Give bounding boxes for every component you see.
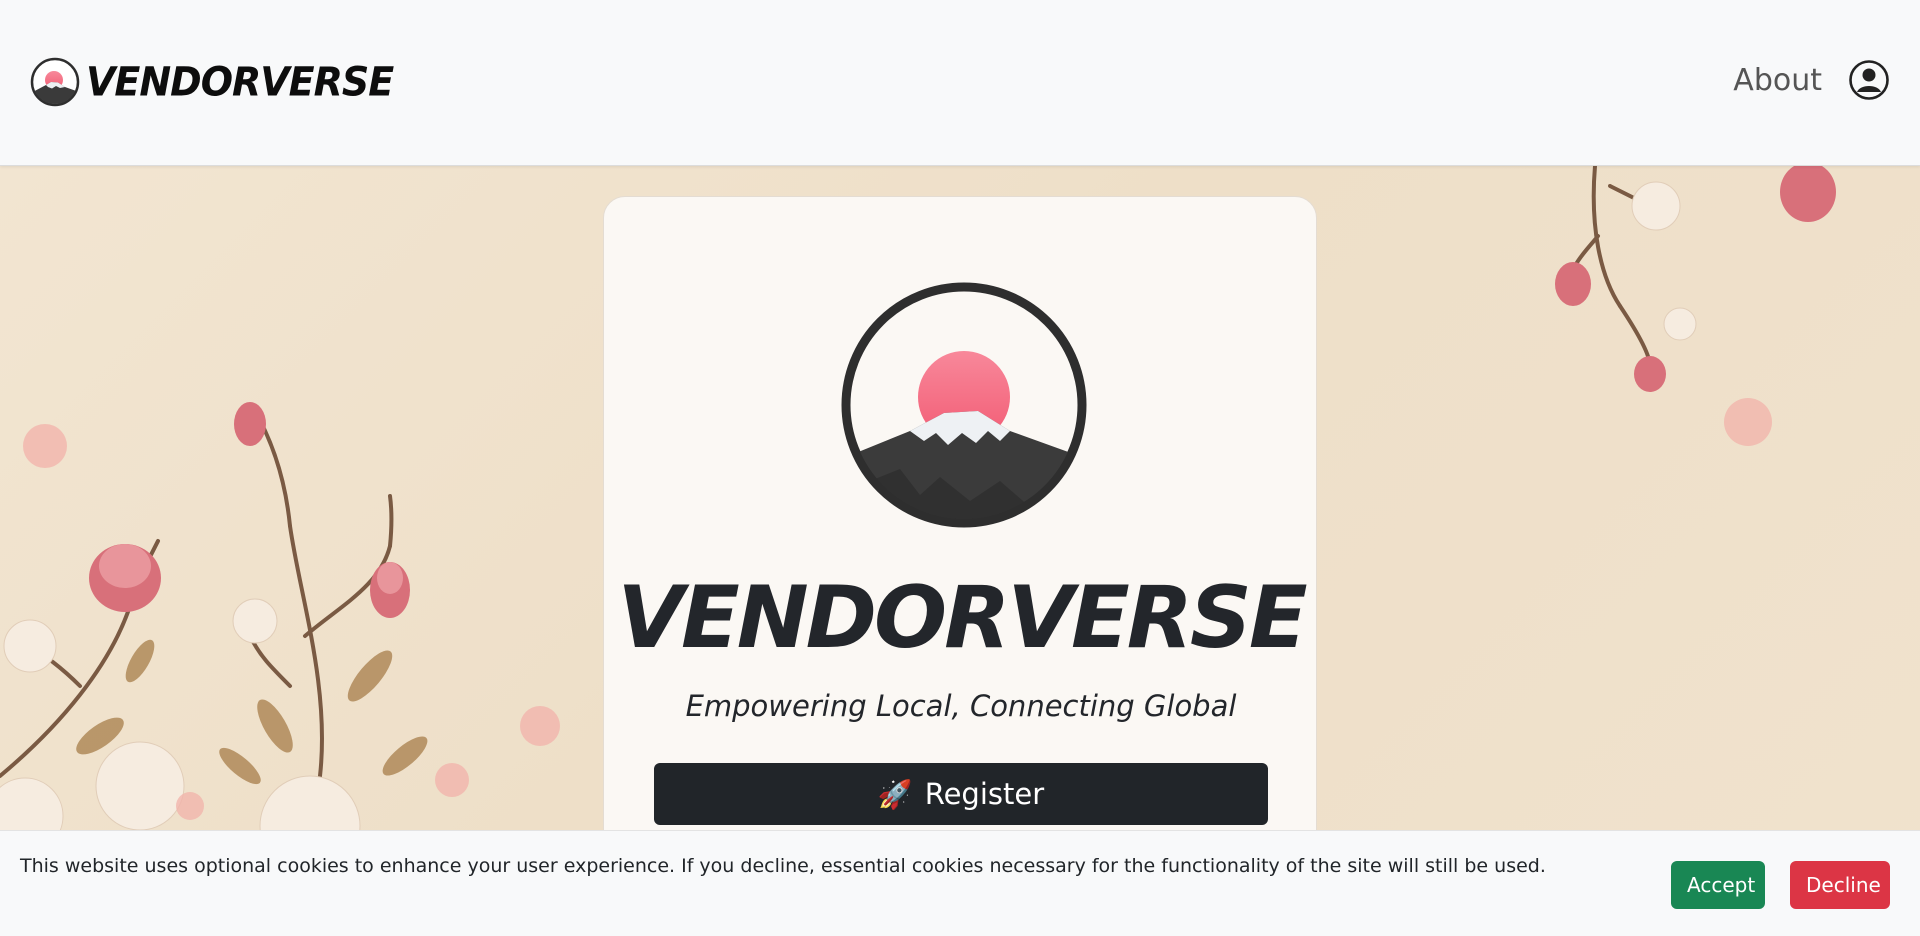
decline-cookies-button[interactable]: Decline: [1790, 861, 1890, 909]
cookie-message: This website uses optional cookies to en…: [20, 855, 1546, 877]
rocket-icon: 🚀: [877, 777, 913, 811]
top-navbar: VENDORVERSE About: [0, 0, 1920, 166]
user-circle-icon[interactable]: [1848, 59, 1890, 101]
hero-card: VENDORVERSE Empowering Local, Connecting…: [603, 196, 1317, 896]
brand-home-link[interactable]: VENDORVERSE: [30, 54, 394, 110]
mount-fuji-hero-logo-icon: [841, 282, 1087, 528]
register-label: Register: [924, 777, 1045, 811]
hero-tagline: Empowering Local, Connecting Global: [685, 689, 1237, 723]
brand-name: VENDORVERSE: [86, 58, 394, 106]
accept-cookies-button[interactable]: Accept: [1671, 861, 1765, 909]
hero-title: VENDORVERSE: [617, 568, 1307, 668]
mount-fuji-logo-icon: [30, 57, 80, 107]
nav-right: About: [1733, 56, 1890, 104]
cookie-consent-banner: This website uses optional cookies to en…: [0, 830, 1920, 936]
register-button[interactable]: 🚀 Register: [654, 763, 1268, 825]
nav-about-link[interactable]: About: [1733, 63, 1822, 98]
